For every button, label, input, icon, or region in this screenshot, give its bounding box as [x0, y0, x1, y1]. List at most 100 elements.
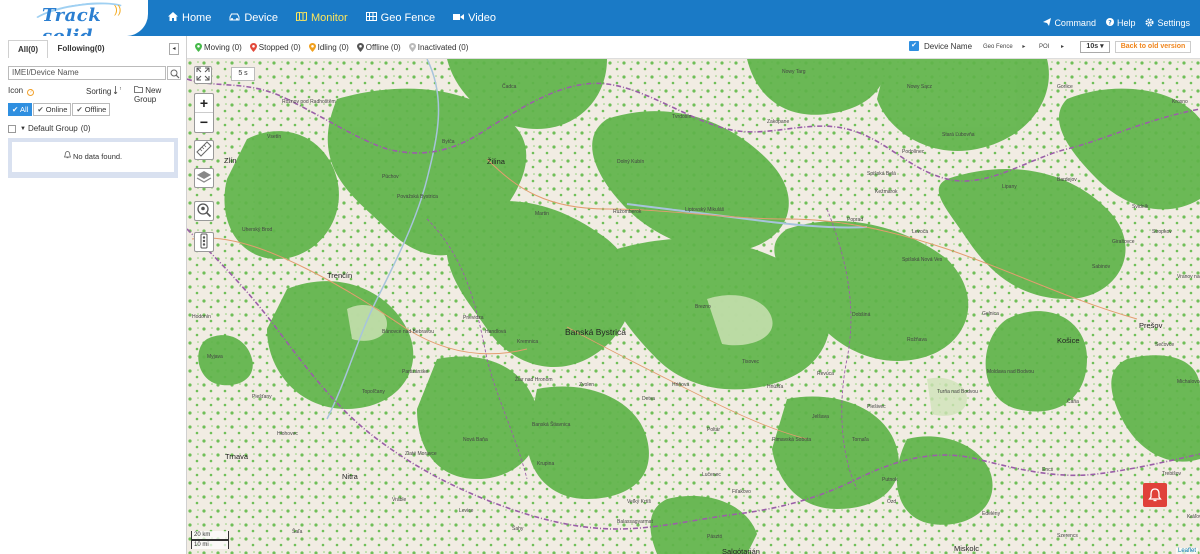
- group-checkbox[interactable]: [8, 124, 16, 133]
- map-town-label: Lučenec: [702, 472, 721, 478]
- map-town-label: Kežmarok: [875, 189, 898, 195]
- car-icon: [229, 13, 240, 24]
- map-town-label: Detva: [642, 396, 656, 402]
- map-town-label: Nowy Targ: [782, 69, 806, 75]
- map-town-label: Čaňa: [1067, 399, 1079, 405]
- poi-select[interactable]: POI ▸: [1039, 43, 1064, 50]
- sorting-button[interactable]: Sorting ↑: [86, 86, 122, 96]
- bell-icon: [1148, 488, 1162, 502]
- logo[interactable]: Track solid )): [0, 0, 148, 47]
- status-offline[interactable]: Offline (0): [356, 43, 401, 52]
- nav-home[interactable]: Home: [168, 12, 211, 24]
- status-idling[interactable]: Idling (0): [308, 43, 349, 52]
- map-layers-button[interactable]: [194, 168, 214, 188]
- help-link[interactable]: ? Help: [1105, 18, 1135, 28]
- device-list: No data found.: [8, 138, 178, 178]
- tab-all[interactable]: All(0): [8, 40, 48, 58]
- map-view[interactable]: Banská Bystrica Žilina Trenčín Prešov Košice…: [187, 59, 1200, 554]
- poi-label: POI: [1039, 44, 1050, 50]
- zoom-out-button[interactable]: −: [195, 113, 213, 132]
- map-town-label: Giraltovce: [1112, 239, 1135, 245]
- map-city-label: Košice: [1057, 336, 1080, 345]
- map-icon: [295, 11, 307, 24]
- ruler-tool-button[interactable]: [194, 140, 214, 160]
- map-town-label: Zvolen: [579, 382, 595, 388]
- map-town-label: Lipany: [1002, 184, 1017, 190]
- locate-button[interactable]: [194, 201, 214, 221]
- nav-device[interactable]: Device: [229, 12, 278, 24]
- traffic-light-icon: [200, 233, 208, 249]
- tab-following[interactable]: Following(0): [48, 40, 114, 58]
- filter-offline-button[interactable]: ✔ Offline: [72, 103, 111, 116]
- map-town-label: Partizánske: [402, 369, 429, 375]
- caret-down-icon[interactable]: ▼: [20, 126, 26, 132]
- main-nav: Home Device Monitor Geo Fence Video: [168, 0, 514, 36]
- refresh-interval-select[interactable]: 10s ▾: [1080, 41, 1110, 53]
- map-town-label: Gelnica: [982, 311, 999, 317]
- new-group-button[interactable]: New Group: [134, 86, 183, 104]
- zoom-in-button[interactable]: +: [195, 94, 213, 113]
- group-row[interactable]: ▼ Default Group (0): [8, 124, 91, 133]
- map-town-label: Prievidza: [463, 315, 484, 321]
- geo-fence-select[interactable]: Geo Fence ▸: [983, 43, 1025, 50]
- map-town-label: Handlová: [485, 329, 507, 335]
- pin-red-icon: [249, 43, 257, 52]
- refresh-timer: 5 s: [231, 67, 255, 81]
- map-town-label: Sabinov: [1092, 264, 1111, 270]
- map-town-label: Šahy: [512, 526, 524, 532]
- status-stopped[interactable]: Stopped (0): [249, 43, 301, 52]
- map-town-label: Púchov: [382, 174, 399, 180]
- map-town-label: Rožňava: [907, 337, 927, 343]
- scale-km: 20 km: [191, 531, 229, 540]
- nav-monitor-label: Monitor: [310, 12, 348, 24]
- command-link[interactable]: Command: [1043, 18, 1096, 28]
- pin-grey-icon: [408, 43, 416, 52]
- filter-online-button[interactable]: ✔ Online: [33, 103, 72, 116]
- scale-mi: 10 mi: [191, 540, 229, 549]
- device-name-toggle[interactable]: ✔ Device Name: [909, 41, 972, 51]
- map-city-label: Salgótarján: [722, 547, 760, 554]
- map-scale: 20 km 10 mi: [191, 531, 229, 549]
- nav-geo-fence[interactable]: Geo Fence: [365, 12, 436, 24]
- traffic-button[interactable]: [194, 232, 214, 252]
- map-town-label: Tvrdošín: [672, 114, 692, 120]
- map-town-label: Encs: [1042, 467, 1054, 473]
- fullscreen-button[interactable]: [194, 66, 212, 84]
- caret-down-icon: ▾: [1100, 43, 1104, 50]
- pin-green-icon: [195, 43, 202, 52]
- collapse-sidebar-button[interactable]: ◂: [169, 43, 179, 55]
- map-town-label: Hriňová: [672, 382, 690, 388]
- map-town-label: Plešivec: [867, 404, 886, 410]
- group-count: (0): [80, 124, 91, 133]
- map-city-label: Zlín: [224, 156, 237, 165]
- list-options-row: Icon ? Sorting ↑ New Group: [8, 86, 183, 104]
- map-town-label: Ózd: [887, 499, 897, 505]
- alarm-button[interactable]: [1143, 483, 1167, 507]
- map-town-label: Topoľčany: [362, 389, 385, 395]
- status-inactivated[interactable]: Inactivated (0): [408, 43, 468, 52]
- map-town-label: Levice: [459, 508, 474, 514]
- check-icon: ✔: [37, 105, 44, 114]
- nav-geo-fence-label: Geo Fence: [380, 12, 436, 24]
- nav-home-label: Home: [182, 12, 212, 24]
- leaflet-attribution[interactable]: Leaflet: [1175, 548, 1198, 554]
- back-to-old-version-button[interactable]: Back to old version: [1115, 41, 1191, 53]
- settings-link[interactable]: Settings: [1145, 18, 1190, 29]
- map-city-label: Žilina: [487, 157, 505, 166]
- device-search-input[interactable]: IMEI/Device Name: [8, 66, 166, 80]
- sort-icon: ↑: [113, 86, 122, 96]
- status-offline-label: Offline (0): [365, 43, 401, 52]
- icon-help-icon[interactable]: ?: [27, 89, 35, 96]
- icon-toggle[interactable]: Icon ?: [8, 86, 35, 96]
- filter-all-button[interactable]: ✔ All: [8, 103, 33, 116]
- device-tabs: All(0) Following(0): [8, 40, 180, 58]
- map-town-label: Čadca: [502, 84, 517, 90]
- map-town-label: Edelény: [982, 511, 1001, 517]
- map-town-label: Svidník: [1132, 204, 1149, 210]
- checkbox-checked-icon[interactable]: ✔: [909, 41, 919, 51]
- search-button[interactable]: [167, 66, 181, 80]
- status-legend: Moving (0) Stopped (0) Idling (0) Offlin…: [195, 36, 476, 59]
- status-moving[interactable]: Moving (0): [195, 43, 242, 52]
- nav-video[interactable]: Video: [453, 12, 496, 24]
- nav-monitor[interactable]: Monitor: [295, 11, 348, 24]
